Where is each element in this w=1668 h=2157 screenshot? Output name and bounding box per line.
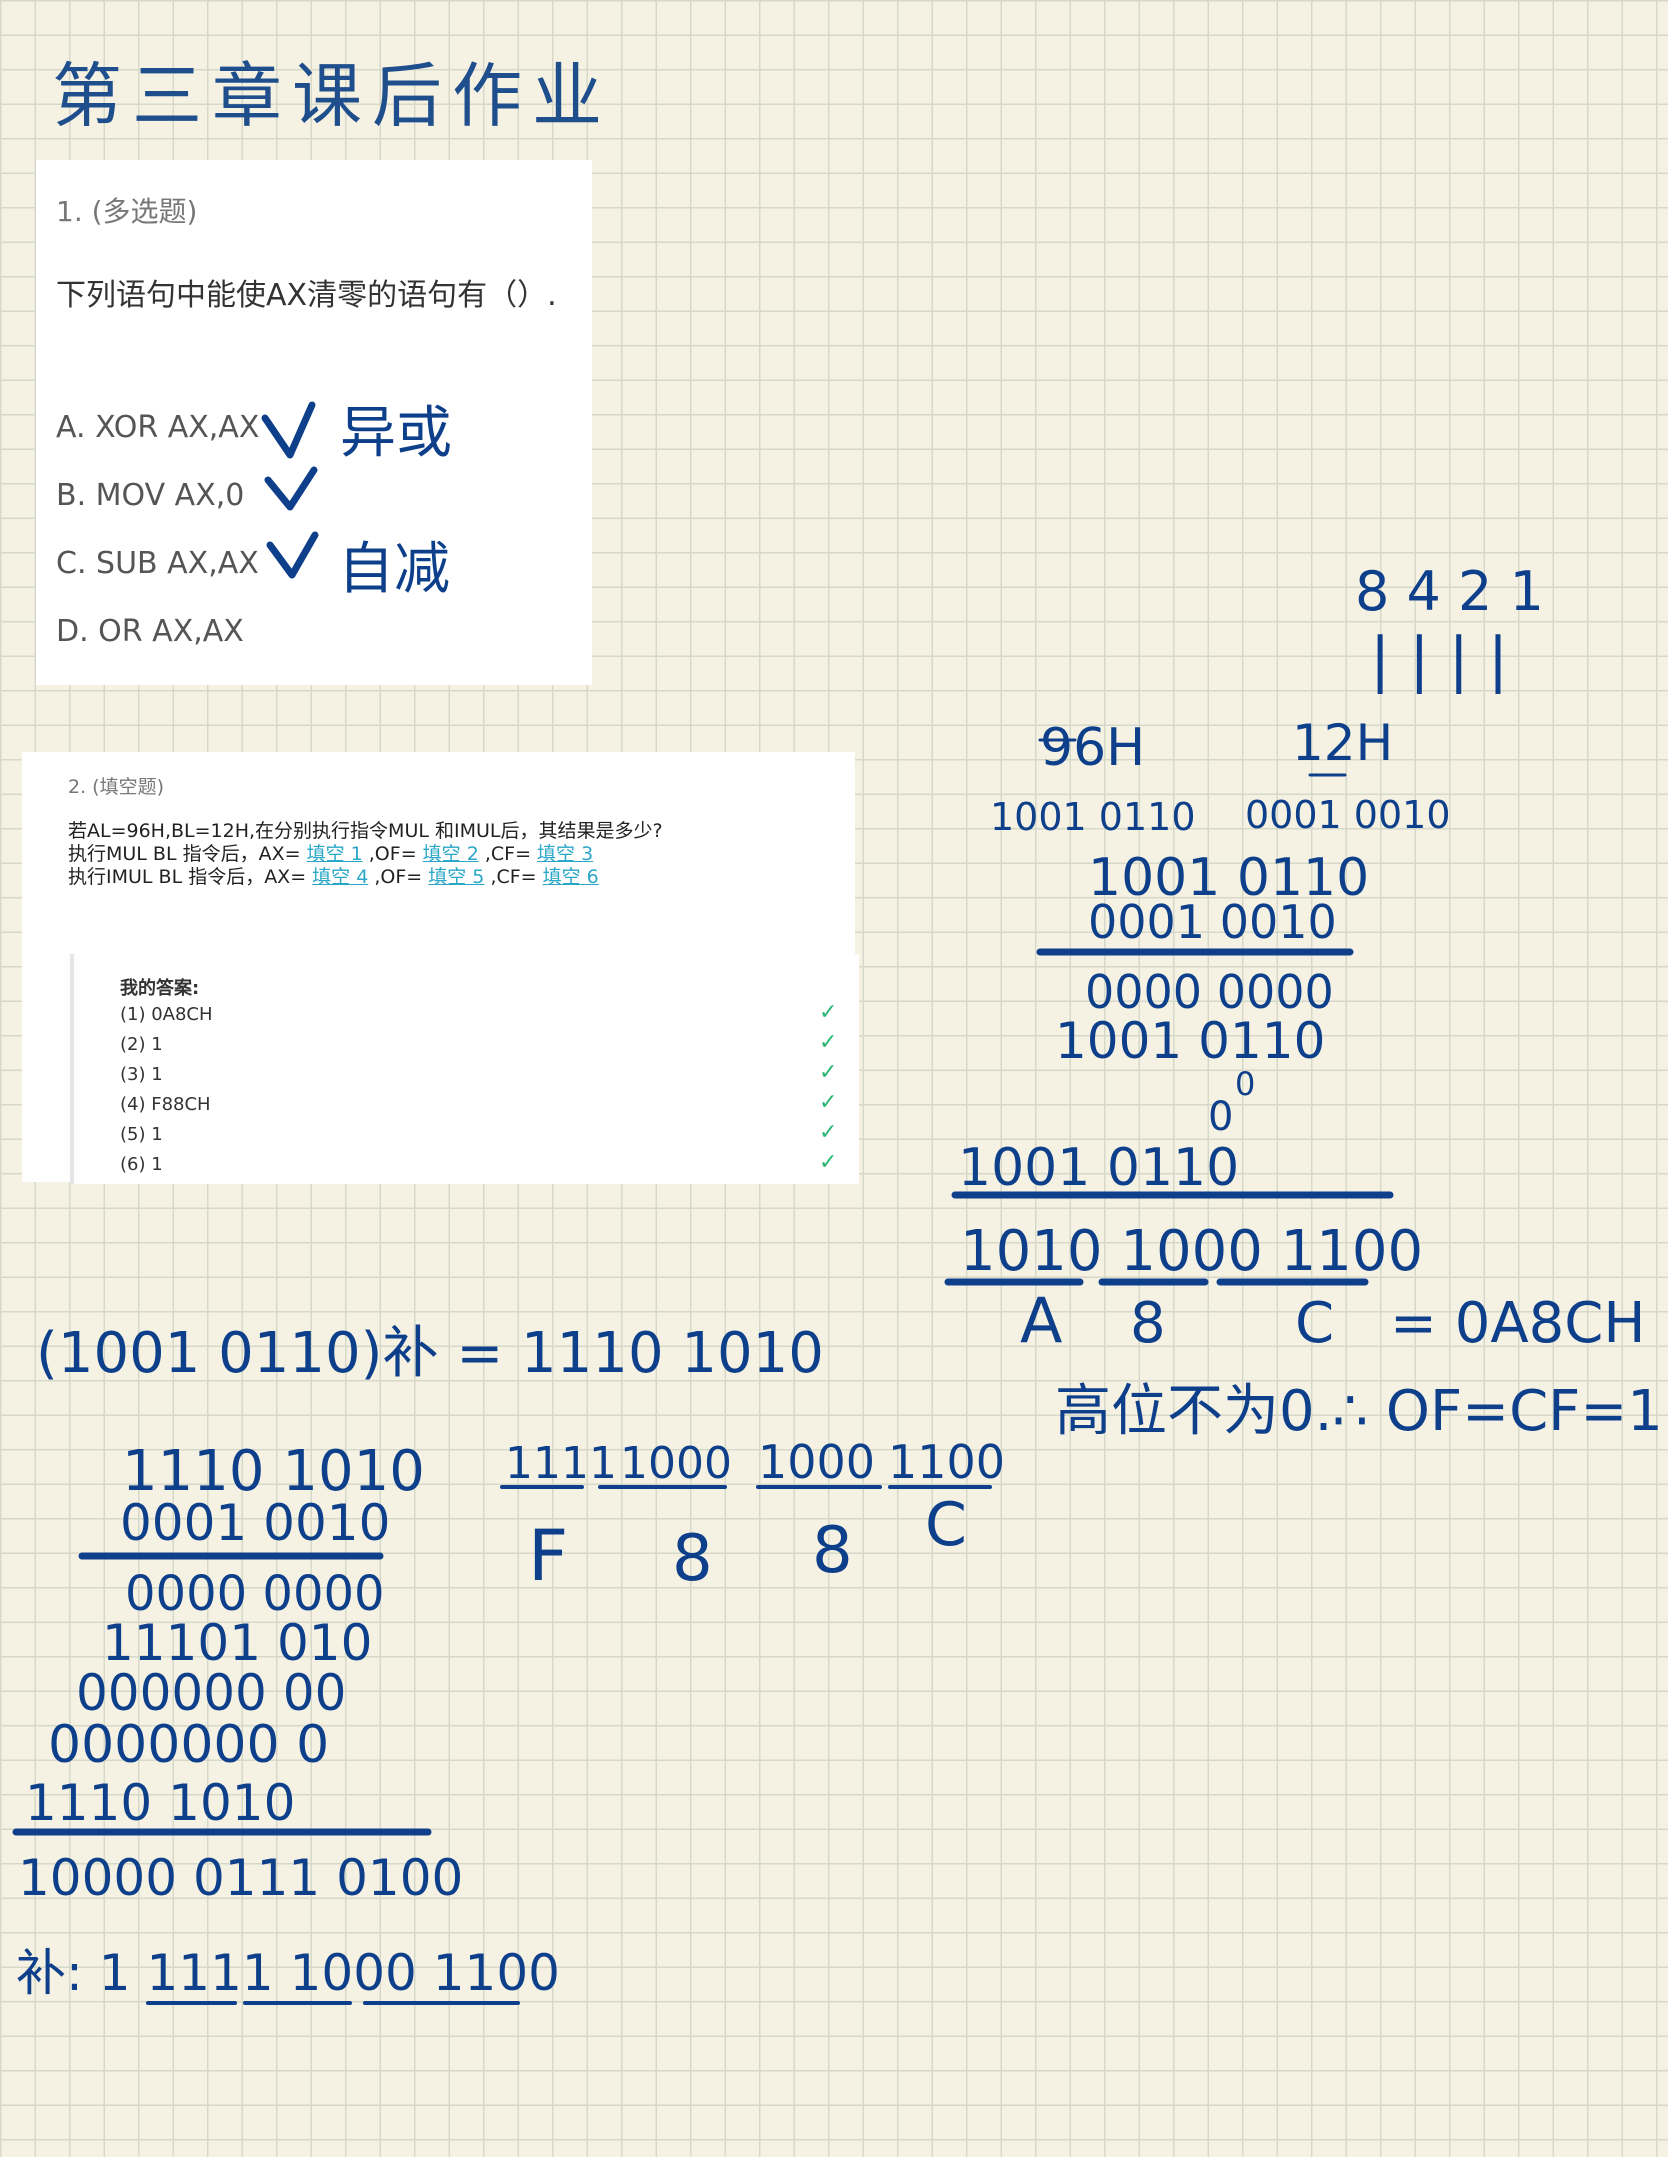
handwriting-layer: 异或 自减 8 4 2 1 | | | | 96H 12H 1001 0110 … bbox=[12, 401, 1663, 2005]
hw-96h: 96H bbox=[1040, 718, 1145, 778]
hw-l2: 0001 0010 bbox=[120, 1494, 390, 1552]
hw-result: 1010 1000 1100 bbox=[960, 1219, 1423, 1284]
hw-hx2: 1000 bbox=[620, 1438, 732, 1489]
hw-8421: 8 4 2 1 bbox=[1355, 560, 1544, 623]
hw-p5: 1001 0110 bbox=[958, 1138, 1239, 1198]
hw-p2: 1001 0110 bbox=[1055, 1012, 1325, 1070]
hw-eq-0a8ch: = 0A8CH bbox=[1390, 1291, 1646, 1356]
handwritten-check-icon bbox=[266, 531, 319, 579]
hw-hx3: 1000 bbox=[758, 1435, 875, 1489]
hw-hx-8a: 8 bbox=[672, 1522, 713, 1596]
hw-complement: (1001 0110)补 = 1110 1010 bbox=[36, 1321, 824, 1386]
hw-l6: 0000000 0 bbox=[48, 1715, 329, 1775]
hw-l8: 10000 0111 0100 bbox=[18, 1849, 463, 1907]
hw-hex-a: A bbox=[1020, 1284, 1062, 1357]
hw-hx-8b: 8 bbox=[812, 1514, 853, 1588]
note-sub: 自减 bbox=[338, 537, 450, 602]
handwritten-check-icon bbox=[261, 401, 316, 459]
hw-hex-c: C bbox=[1295, 1291, 1334, 1356]
hw-m2: 0001 0010 bbox=[1088, 895, 1337, 949]
hw-p3: 0 bbox=[1235, 1065, 1255, 1103]
hw-hex-8: 8 bbox=[1130, 1291, 1166, 1356]
hw-hx1: 1111 bbox=[505, 1438, 617, 1489]
hw-l5: 000000 00 bbox=[76, 1664, 346, 1722]
hw-hx-c: C bbox=[925, 1490, 967, 1560]
note-xor: 异或 bbox=[340, 401, 452, 466]
hw-ones: | | | | bbox=[1370, 625, 1508, 695]
hw-note-of-cf: 高位不为0.∴ OF=CF=1 bbox=[1055, 1379, 1663, 1444]
hw-bin96: 1001 0110 bbox=[990, 795, 1196, 839]
hw-bin12: 0001 0010 bbox=[1245, 793, 1451, 837]
hw-12h: 12H bbox=[1292, 714, 1393, 772]
hw-p1: 0000 0000 bbox=[1085, 965, 1334, 1019]
hw-p4: 0 bbox=[1208, 1094, 1233, 1140]
handwritten-check-icon bbox=[264, 466, 318, 511]
hw-hx4: 1100 bbox=[888, 1435, 1005, 1489]
hw-hx-f: F bbox=[528, 1515, 568, 1597]
hw-l9: 补: 1 1111 1000 1100 bbox=[16, 1944, 560, 2002]
hw-l7: 1110 1010 bbox=[25, 1774, 295, 1832]
